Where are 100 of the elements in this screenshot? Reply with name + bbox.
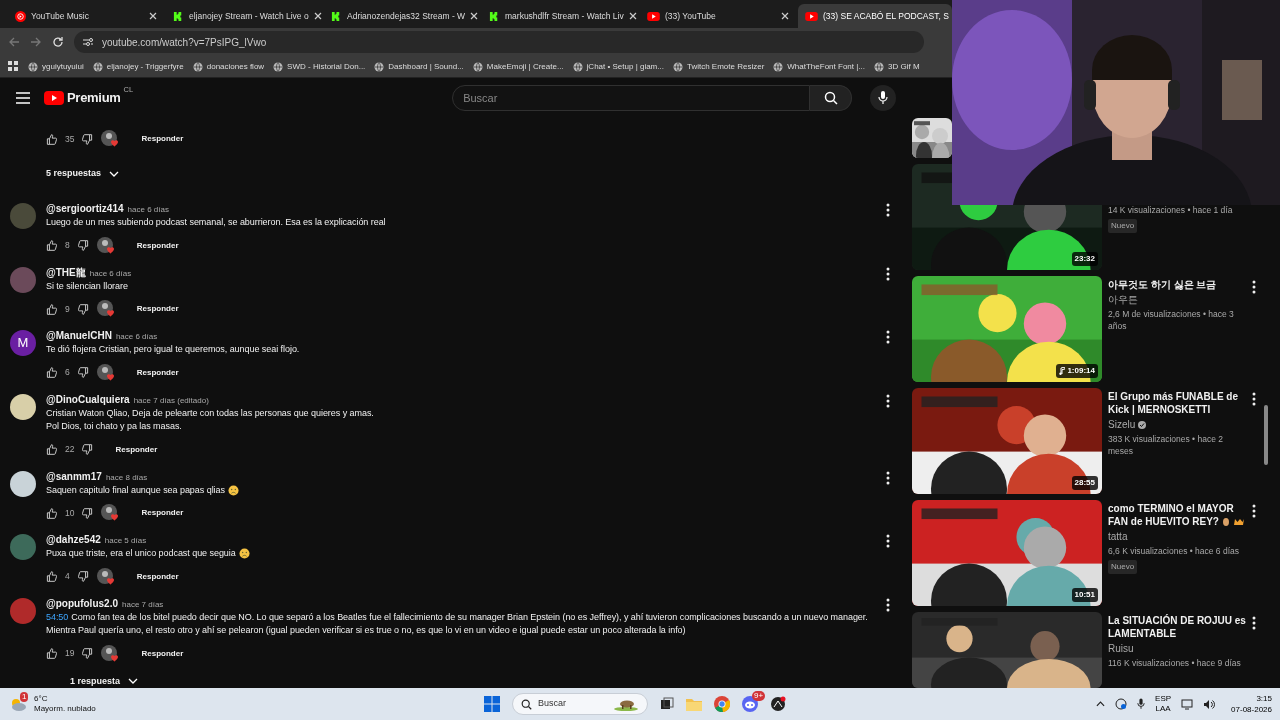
reply-button[interactable]: Responder [132, 568, 183, 585]
bookmark[interactable]: donaciones flow [192, 60, 265, 73]
more-icon[interactable] [886, 534, 890, 548]
back-icon[interactable] [8, 36, 20, 48]
more-icon[interactable] [886, 470, 890, 485]
voice-search-button[interactable] [870, 85, 897, 111]
bookmark[interactable]: Twitch Emote Resizer [672, 60, 765, 73]
like-icon[interactable] [46, 648, 57, 659]
more-icon[interactable] [886, 266, 890, 281]
browser-tab[interactable]: markushdlfr Stream - Watch Liv [482, 4, 638, 28]
bookmark[interactable]: MakeEmoji | Create... [472, 60, 564, 73]
video-title[interactable]: 아무것도 하기 싫은 브금 [1108, 278, 1246, 291]
search-button[interactable] [810, 85, 853, 111]
reply-button[interactable]: Responder [137, 645, 188, 662]
close-icon[interactable] [470, 12, 479, 20]
bookmark[interactable]: SWD - Historial Don... [273, 60, 366, 73]
channel-name[interactable]: Sizelu [1108, 417, 1136, 432]
avatar[interactable] [10, 393, 36, 420]
user-handle[interactable]: @popufolus2.0 [46, 597, 118, 610]
like-icon[interactable] [46, 303, 57, 315]
scrollbar-thumb[interactable] [1264, 405, 1268, 465]
chevron-up-icon[interactable] [1096, 701, 1106, 707]
user-handle[interactable]: @DinoCualquiera [46, 393, 130, 406]
more-icon[interactable] [1252, 504, 1256, 518]
browser-tab[interactable]: YouTube Music [8, 4, 164, 28]
dislike-icon[interactable] [77, 571, 89, 582]
dislike-icon[interactable] [77, 367, 89, 378]
more-icon[interactable] [1252, 392, 1256, 406]
close-icon[interactable] [313, 12, 322, 20]
clock[interactable]: 3:15 07-08-2026 [1225, 693, 1272, 715]
browser-tab[interactable]: Adrianozendejas32 Stream - W [324, 4, 480, 28]
like-icon[interactable] [46, 240, 57, 251]
user-handle[interactable]: @sergioortiz414 [46, 203, 124, 215]
more-icon[interactable] [1252, 280, 1256, 294]
bookmark[interactable]: Dashboard | Sound... [374, 60, 464, 73]
video-title[interactable]: El Grupo más FUNABLE de Kick | MERNOSKETTI [1108, 390, 1246, 416]
speaker-icon[interactable] [1203, 698, 1216, 710]
close-icon[interactable] [149, 12, 157, 20]
bookmark[interactable]: jChat • Setup | giam... [572, 60, 664, 73]
channel-name[interactable]: tatta [1108, 529, 1128, 544]
reply-button[interactable]: Responder [111, 441, 162, 458]
like-icon[interactable] [46, 507, 57, 519]
microphone-icon[interactable] [1137, 698, 1146, 710]
close-icon[interactable] [781, 12, 789, 20]
display-icon[interactable] [1181, 698, 1194, 710]
more-icon[interactable] [886, 330, 890, 344]
more-icon[interactable] [886, 203, 890, 217]
network-icon[interactable] [1115, 698, 1128, 710]
weather-widget[interactable]: 1 6°C Mayorm. nublado [8, 694, 96, 714]
browser-tab[interactable]: eljanojey Stream - Watch Live o [166, 4, 322, 28]
dislike-icon[interactable] [82, 648, 94, 659]
user-handle[interactable]: @ManuelCHN [46, 330, 112, 342]
avatar[interactable] [10, 470, 36, 497]
video-title[interactable]: La SITUACIÓN DE ROJUU es LAMENTABLE [1108, 614, 1246, 640]
dislike-icon[interactable] [77, 303, 89, 315]
task-view-icon[interactable] [660, 697, 674, 711]
browser-tab[interactable]: (33) SE ACABÓ EL PODCAST, S [798, 4, 952, 28]
discord-icon[interactable] [742, 696, 758, 712]
taskbar-search[interactable]: Buscar [512, 693, 648, 715]
bookmark[interactable]: eljanojey - Triggerfyre [92, 60, 184, 73]
video-title[interactable]: como TERMINO el MAYOR FAN de HUEVITO REY? [1108, 502, 1246, 528]
address-bar[interactable]: youtube.com/watch?v=7PsIPG_lVwo [74, 31, 924, 53]
bookmark[interactable]: yguiytuyuiui [28, 60, 84, 73]
reply-button[interactable]: Responder [132, 237, 183, 254]
app-icon[interactable] [770, 696, 786, 712]
menu-icon[interactable] [16, 92, 30, 104]
chrome-icon[interactable] [714, 696, 730, 712]
dislike-icon[interactable] [82, 444, 94, 455]
like-icon[interactable] [46, 133, 57, 145]
close-icon[interactable] [628, 12, 637, 20]
dislike-icon[interactable] [82, 507, 94, 519]
channel-name[interactable]: 아우튼 [1108, 292, 1138, 307]
replies-toggle[interactable]: 5 respuestas [46, 166, 120, 181]
bookmark[interactable]: 3D Gif M [874, 60, 920, 73]
site-settings-icon[interactable] [82, 37, 94, 47]
reload-icon[interactable] [52, 36, 64, 48]
user-handle[interactable]: @THE龍 [46, 266, 86, 279]
more-icon[interactable] [1252, 616, 1256, 630]
reply-button[interactable]: Responder [132, 301, 183, 317]
reply-button[interactable]: Responder [137, 505, 188, 521]
bookmark[interactable]: WhatTheFont Font |... [773, 60, 865, 73]
apps-grid-icon[interactable] [8, 61, 19, 72]
like-icon[interactable] [46, 444, 57, 455]
timestamp-link[interactable]: 54:50 [46, 610, 69, 624]
more-icon[interactable] [886, 597, 890, 612]
like-icon[interactable] [46, 367, 57, 378]
like-icon[interactable] [46, 571, 57, 582]
search-field[interactable]: Buscar [452, 85, 811, 111]
dislike-icon[interactable] [77, 240, 89, 251]
user-handle[interactable]: @sanmm17 [46, 470, 102, 483]
language-indicator[interactable]: ESP LAA [1155, 694, 1172, 714]
channel-name[interactable]: Ruisu [1108, 641, 1134, 656]
more-icon[interactable] [886, 393, 890, 408]
forward-icon[interactable] [30, 36, 42, 48]
reply-button[interactable]: Responder [137, 131, 188, 147]
avatar[interactable]: M [10, 330, 36, 356]
reply-button[interactable]: Responder [132, 364, 183, 381]
dislike-icon[interactable] [82, 133, 94, 145]
user-handle[interactable]: @dahze542 [46, 534, 101, 546]
browser-tab[interactable]: (33) YouTube [640, 4, 796, 28]
